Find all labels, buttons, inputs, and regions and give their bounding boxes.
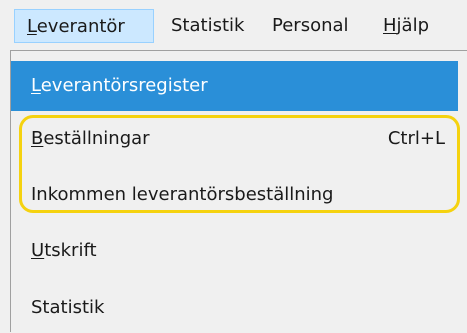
menu-bar: Leverantör Statistik Personal Hjälp: [0, 0, 467, 50]
menu-personal[interactable]: Personal: [272, 14, 349, 38]
menu-item-label: tskrift: [44, 240, 97, 261]
menu-leverantor[interactable]: Leverantör: [14, 9, 154, 43]
menu-item-label: everantörsregister: [40, 75, 208, 96]
menu-item-accel: U: [31, 240, 45, 261]
menu-leverantor-label: everantör: [36, 16, 125, 37]
menu-hjalp[interactable]: Hjälp: [383, 14, 429, 38]
menu-leverantor-accel: L: [27, 16, 37, 37]
menu-hjalp-label: jälp: [396, 15, 430, 36]
menu-hjalp-accel: H: [383, 15, 397, 36]
menu-item-inkommen-leverantorsbestallning[interactable]: Inkommen leverantörsbeställning: [11, 170, 467, 220]
menu-item-accel: L: [31, 75, 41, 96]
menu-item-statistik[interactable]: Statistik: [11, 283, 467, 333]
leverantor-dropdown-menu: Leverantörsregister Beställningar Ctrl+L …: [10, 50, 467, 332]
menu-item-accel: B: [31, 128, 44, 149]
menu-item-label: eställningar: [43, 128, 150, 149]
menu-item-bestallningar[interactable]: Beställningar Ctrl+L: [11, 114, 467, 164]
menu-item-leverantorsregister[interactable]: Leverantörsregister: [11, 61, 458, 111]
menu-item-utskrift[interactable]: Utskrift: [11, 226, 467, 276]
menu-statistik[interactable]: Statistik: [171, 14, 244, 38]
menu-item-shortcut: Ctrl+L: [387, 128, 445, 149]
